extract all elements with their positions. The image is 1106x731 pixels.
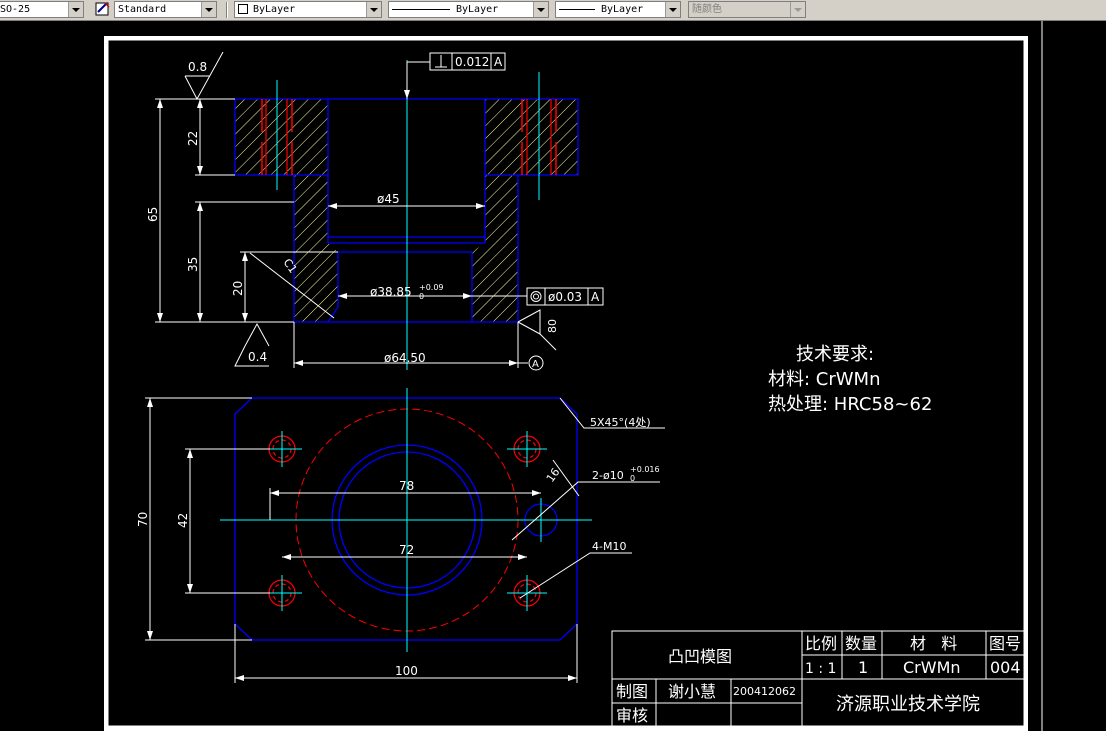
text-style-icon[interactable] bbox=[95, 1, 111, 17]
linetype-value: ByLayer bbox=[456, 4, 499, 15]
tech-requirements-material: 材料: CrWMn bbox=[768, 369, 881, 390]
lineweight-dropdown[interactable]: ByLayer bbox=[555, 1, 681, 18]
datum-label: A bbox=[532, 359, 539, 370]
tb-drawing-no-label: 图号 bbox=[989, 634, 1021, 653]
tb-drawn-label: 制图 bbox=[616, 682, 648, 701]
dimstyle-dropdown[interactable]: SO-25 bbox=[0, 1, 84, 18]
dim-tol-upper: +0.09 bbox=[419, 283, 444, 292]
conc-tol-datum: A bbox=[591, 290, 600, 304]
tb-drawn-name: 谢小慧 bbox=[668, 682, 716, 701]
dim-3885-text: ø38.85 bbox=[370, 285, 412, 299]
thread-note: 4-M10 bbox=[592, 540, 626, 553]
chevron-down-icon[interactable] bbox=[790, 2, 805, 17]
lineweight-preview-icon bbox=[559, 8, 595, 10]
tb-checked-label: 审核 bbox=[616, 706, 648, 725]
dim-tol-lower: 0 bbox=[419, 292, 424, 301]
tb-material-value: CrWMn bbox=[903, 658, 961, 677]
chevron-down-icon[interactable] bbox=[533, 2, 548, 17]
color-value: ByLayer bbox=[253, 4, 296, 15]
dim-35-text: 35 bbox=[186, 257, 200, 272]
tb-quantity-value: 1 bbox=[858, 658, 868, 677]
dim-20-text: 20 bbox=[231, 281, 245, 296]
color-dropdown[interactable]: ByLayer bbox=[234, 1, 382, 18]
chevron-down-icon[interactable] bbox=[201, 2, 216, 17]
plotstyle-dropdown[interactable]: 随颜色 bbox=[688, 1, 806, 18]
dim-42-text: 42 bbox=[176, 513, 190, 528]
linetype-dropdown[interactable]: ByLayer bbox=[388, 1, 549, 18]
chevron-down-icon[interactable] bbox=[366, 2, 381, 17]
dim-22-text: 22 bbox=[186, 131, 200, 146]
chamfer-note: 5X45°(4处) bbox=[590, 416, 651, 429]
tb-scale-label: 比例 bbox=[805, 634, 837, 653]
dim-80-text: 80 bbox=[546, 319, 559, 333]
color-swatch-icon bbox=[238, 4, 248, 14]
tb-part-name: 凸凹模图 bbox=[668, 647, 732, 666]
dim-45-text: ø45 bbox=[377, 192, 400, 206]
plotstyle-value: 随颜色 bbox=[692, 4, 722, 15]
dim-72-text: 72 bbox=[399, 543, 414, 557]
textstyle-dropdown[interactable]: Standard bbox=[114, 1, 217, 18]
conc-tol-value: ø0.03 bbox=[548, 290, 582, 304]
textstyle-value: Standard bbox=[118, 4, 167, 15]
lineweight-value: ByLayer bbox=[601, 4, 644, 15]
hatch-left-flange bbox=[235, 99, 328, 175]
holes-note-tol-lower: 0 bbox=[630, 474, 635, 483]
dim-65-text: 65 bbox=[146, 207, 160, 222]
properties-toolbar: SO-25 Standard ByLayer ByLayer ByLayer 随… bbox=[0, 0, 1106, 21]
tb-quantity-label: 数量 bbox=[845, 634, 877, 653]
dimstyle-value: SO-25 bbox=[0, 4, 31, 15]
tech-requirements-title: 技术要求: bbox=[796, 344, 874, 365]
perp-tol-value: 0.012 bbox=[455, 55, 489, 69]
tb-drawing-no-value: 004 bbox=[990, 658, 1021, 677]
hatch-right-flange bbox=[485, 99, 578, 175]
dim-6450-text: ø64.50 bbox=[384, 351, 426, 365]
drawing-canvas[interactable]: 0.8 0.4 0.012 A ø0.03 A A 65 22 35 20 C1… bbox=[0, 21, 1106, 731]
holes-note: 2-ø10 bbox=[592, 469, 624, 482]
tb-school: 济源职业技术学院 bbox=[836, 694, 980, 715]
dim-70-text: 70 bbox=[136, 512, 150, 527]
chevron-down-icon[interactable] bbox=[665, 2, 680, 17]
chevron-down-icon[interactable] bbox=[68, 2, 83, 17]
dim-100-text: 100 bbox=[395, 664, 418, 678]
linetype-preview-icon bbox=[392, 8, 450, 10]
holes-note-tol-upper: +0.016 bbox=[630, 465, 660, 474]
tb-drawn-date: 200412062 bbox=[733, 685, 796, 698]
dim-78-text: 78 bbox=[399, 479, 414, 493]
perp-tol-datum: A bbox=[494, 55, 503, 69]
tb-material-label: 材 料 bbox=[910, 634, 957, 653]
roughness-value-top: 0.8 bbox=[188, 60, 207, 74]
toolbar-separator bbox=[226, 2, 228, 18]
tb-scale-value: 1 : 1 bbox=[805, 661, 836, 677]
roughness-value-bottom: 0.4 bbox=[248, 350, 267, 364]
tech-requirements-heat: 热处理: HRC58~62 bbox=[768, 394, 932, 415]
